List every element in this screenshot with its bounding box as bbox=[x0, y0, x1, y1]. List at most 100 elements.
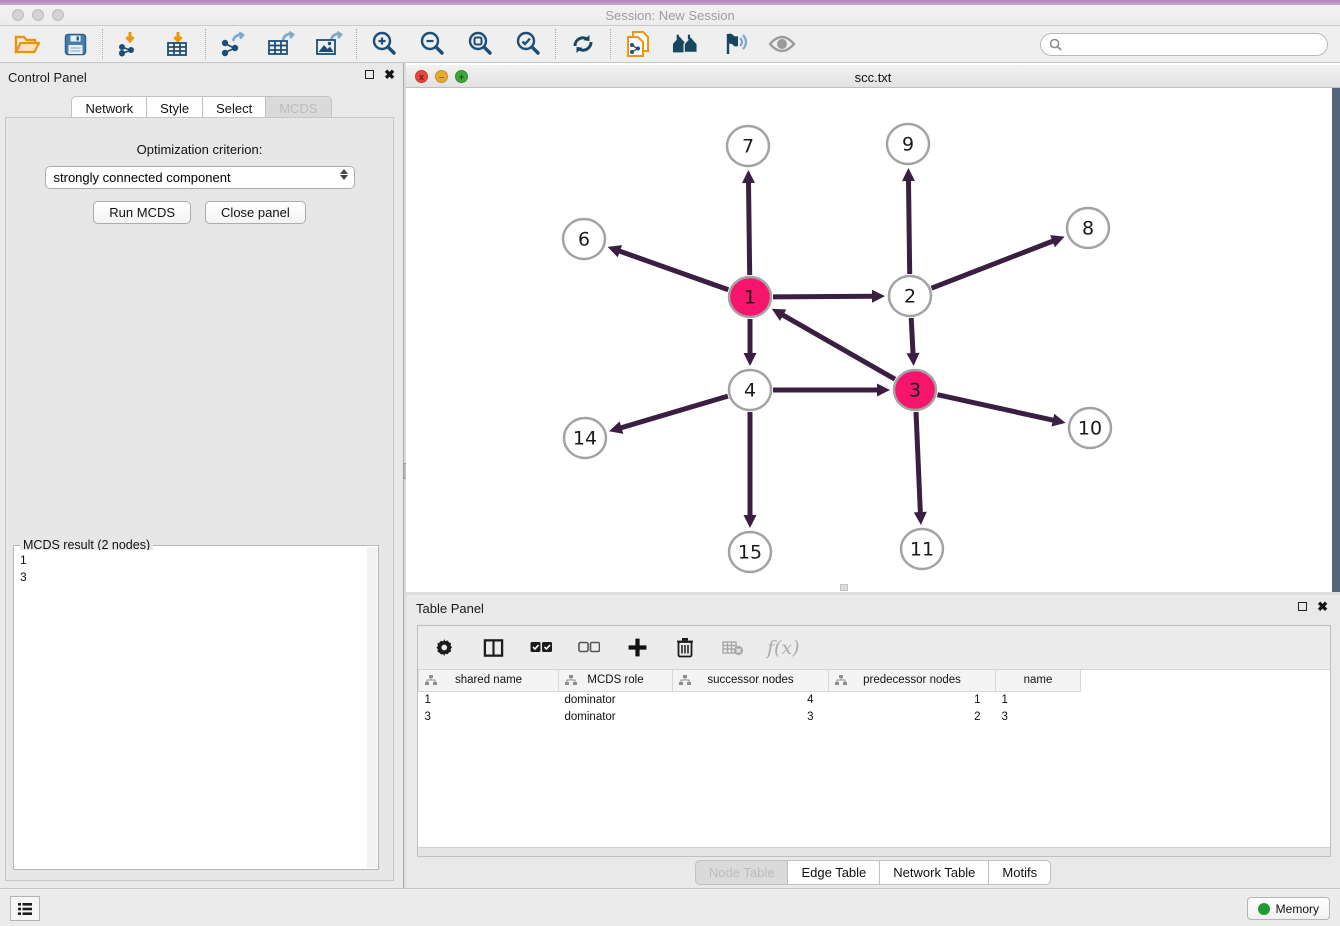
delete-column-button[interactable] bbox=[671, 634, 699, 662]
zoom-fit-button[interactable] bbox=[466, 30, 494, 58]
select-all-button[interactable] bbox=[527, 634, 555, 662]
deselect-all-icon bbox=[578, 641, 600, 654]
graph-node-label: 15 bbox=[738, 542, 762, 564]
cell-predecessor-nodes[interactable]: 1 bbox=[829, 691, 996, 708]
cell-shared-name[interactable]: 1 bbox=[419, 691, 559, 708]
show-hide-button[interactable] bbox=[768, 30, 796, 58]
clone-network-button[interactable] bbox=[624, 30, 652, 58]
tab-node-table[interactable]: Node Table bbox=[695, 860, 789, 885]
mcds-result-box[interactable]: 1 3 bbox=[16, 550, 366, 867]
graph-edge-2-8[interactable] bbox=[931, 240, 1054, 288]
add-column-button[interactable] bbox=[623, 634, 651, 662]
node-table: shared name MCDS role successor nodes pr… bbox=[418, 670, 1330, 725]
cell-predecessor-nodes[interactable]: 2 bbox=[829, 708, 996, 725]
graph-edge-1-6[interactable] bbox=[618, 251, 728, 290]
import-table-button[interactable] bbox=[164, 30, 192, 58]
graph-edge-arrowhead bbox=[744, 353, 757, 366]
graph-edge-3-1[interactable] bbox=[781, 314, 895, 379]
search-box[interactable] bbox=[1040, 33, 1328, 56]
cell-name[interactable]: 3 bbox=[996, 708, 1081, 725]
titlebar-accent bbox=[0, 0, 1340, 5]
tab-edge-table[interactable]: Edge Table bbox=[788, 860, 880, 885]
table-settings-button[interactable] bbox=[431, 634, 459, 662]
table-row[interactable]: 3 dominator 3 2 3 bbox=[419, 708, 1081, 725]
table-row[interactable]: 1 dominator 4 1 1 bbox=[419, 691, 1081, 708]
graph-node-label: 1 bbox=[744, 287, 756, 309]
cell-mcds-role[interactable]: dominator bbox=[559, 691, 673, 708]
tab-network-table[interactable]: Network Table bbox=[880, 860, 989, 885]
result-scrollbar[interactable] bbox=[367, 547, 377, 868]
memory-button[interactable]: Memory bbox=[1247, 897, 1330, 920]
graph-edge-arrowhead bbox=[906, 353, 919, 366]
search-input[interactable] bbox=[1067, 36, 1327, 54]
run-mcds-button[interactable]: Run MCDS bbox=[93, 201, 191, 224]
close-panel-icon[interactable]: ✖ bbox=[384, 70, 395, 79]
open-folder-icon bbox=[14, 32, 40, 56]
zoom-selected-icon bbox=[515, 31, 541, 57]
column-header-mcds-role[interactable]: MCDS role bbox=[559, 670, 673, 691]
cell-successor-nodes[interactable]: 4 bbox=[673, 691, 829, 708]
window-titlebar: Session: New Session bbox=[0, 0, 1340, 26]
export-network-button[interactable] bbox=[219, 30, 247, 58]
cell-shared-name[interactable]: 3 bbox=[419, 708, 559, 725]
table-horizontal-scrollbar[interactable] bbox=[418, 847, 1330, 856]
save-session-button[interactable] bbox=[61, 30, 89, 58]
optimization-criterion-select[interactable]: strongly connected component bbox=[45, 166, 355, 189]
table-header-row: shared name MCDS role successor nodes pr… bbox=[419, 670, 1081, 691]
refresh-button[interactable] bbox=[569, 30, 597, 58]
delete-table-button[interactable] bbox=[719, 634, 747, 662]
graph-edge-3-10[interactable] bbox=[937, 395, 1054, 421]
graph-edge-2-3[interactable] bbox=[911, 318, 913, 355]
graph-edge-3-11[interactable] bbox=[916, 412, 920, 514]
canvas-scroll-grip[interactable] bbox=[840, 584, 848, 591]
graph-edge-arrowhead bbox=[902, 168, 915, 181]
deselect-all-button[interactable] bbox=[575, 634, 603, 662]
status-bar: Memory bbox=[0, 888, 1340, 926]
optimization-criterion-label: Optimization criterion: bbox=[6, 142, 393, 157]
float-panel-icon[interactable] bbox=[365, 70, 374, 79]
export-image-icon bbox=[315, 31, 343, 57]
graph-edge-arrowhead bbox=[877, 384, 890, 397]
graph-edge-1-7[interactable] bbox=[748, 181, 749, 275]
graph-edge-4-14[interactable] bbox=[620, 396, 728, 428]
column-layout-button[interactable] bbox=[479, 634, 507, 662]
graph-edge-arrowhead bbox=[872, 290, 885, 303]
import-network-button[interactable] bbox=[116, 30, 144, 58]
network-graph[interactable]: 1234678910111415 bbox=[406, 88, 1332, 592]
close-table-panel-icon[interactable]: ✖ bbox=[1317, 602, 1328, 611]
node-table-container: f(x) shared name MCDS role bbox=[417, 625, 1331, 857]
tab-motifs[interactable]: Motifs bbox=[989, 860, 1051, 885]
zoom-selected-button[interactable] bbox=[514, 30, 542, 58]
task-history-button[interactable] bbox=[10, 896, 40, 921]
graph-node-label: 10 bbox=[1078, 418, 1102, 440]
function-builder-button[interactable]: f(x) bbox=[767, 637, 800, 659]
network-canvas[interactable]: 1234678910111415 bbox=[406, 88, 1332, 592]
zoom-out-icon bbox=[419, 31, 445, 57]
graph-edge-arrowhead bbox=[1051, 414, 1065, 427]
export-table-button[interactable] bbox=[267, 30, 295, 58]
open-folder-button[interactable] bbox=[13, 30, 41, 58]
cell-successor-nodes[interactable]: 3 bbox=[673, 708, 829, 725]
column-header-shared-name[interactable]: shared name bbox=[419, 670, 559, 691]
zoom-fit-icon bbox=[467, 31, 493, 57]
graph-edge-2-9[interactable] bbox=[908, 179, 909, 274]
select-stepper-icon bbox=[340, 169, 348, 180]
float-table-panel-icon[interactable] bbox=[1298, 602, 1307, 611]
clone-network-icon bbox=[625, 30, 651, 58]
column-header-successor-nodes[interactable]: successor nodes bbox=[673, 670, 829, 691]
close-panel-button[interactable]: Close panel bbox=[205, 201, 306, 224]
select-all-icon bbox=[530, 641, 552, 654]
hide-graphics-icon bbox=[720, 32, 748, 56]
graph-edge-1-2[interactable] bbox=[773, 296, 874, 297]
cell-mcds-role[interactable]: dominator bbox=[559, 708, 673, 725]
zoom-out-button[interactable] bbox=[418, 30, 446, 58]
hide-graphics-button[interactable] bbox=[720, 30, 748, 58]
cyndex-home-button[interactable] bbox=[672, 30, 700, 58]
main-toolbar bbox=[0, 26, 1340, 63]
export-image-button[interactable] bbox=[315, 30, 343, 58]
cell-name[interactable]: 1 bbox=[996, 691, 1081, 708]
zoom-in-button[interactable] bbox=[370, 30, 398, 58]
trash-icon bbox=[676, 637, 694, 658]
column-header-name[interactable]: name bbox=[996, 670, 1081, 691]
column-header-predecessor-nodes[interactable]: predecessor nodes bbox=[829, 670, 996, 691]
